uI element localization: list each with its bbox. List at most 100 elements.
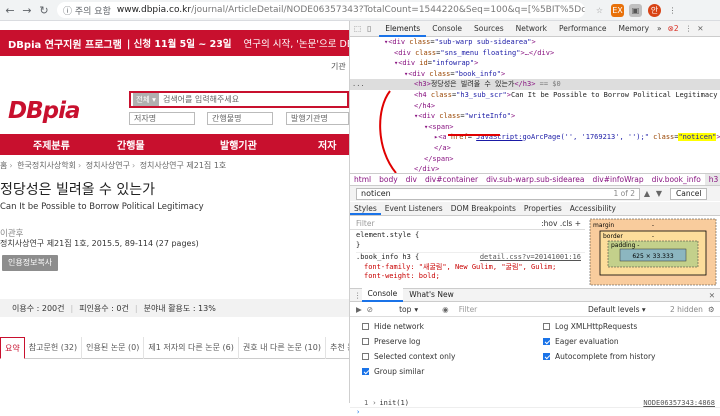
extension-icon[interactable]: EX [611, 3, 624, 17]
crumb-home[interactable]: 홈 [0, 161, 7, 170]
crumb-issue[interactable]: 정치사상연구 제21집 1호 [140, 161, 227, 170]
promo-banner[interactable]: DBpia 연구지원 프로그램 | 신청 11월 5일 ~ 23일 연구의 시작… [0, 30, 349, 56]
back-icon[interactable]: ← [3, 3, 17, 17]
checkbox[interactable] [543, 323, 550, 330]
console-filter-input[interactable]: Filter [459, 305, 478, 314]
dom-breadcrumb-item[interactable]: h3 [704, 174, 720, 185]
tab-accessibility[interactable]: Accessibility [566, 202, 620, 215]
publisher-search[interactable]: 발행기관명 [286, 112, 349, 125]
tab-properties[interactable]: Properties [520, 202, 566, 215]
sidebar-toggle-icon[interactable]: ▶ [356, 305, 362, 314]
console-option[interactable]: Preserve log [362, 337, 420, 346]
search-box[interactable]: 전체 ▾ 검색어를 입력해주세요 [129, 91, 349, 108]
author-search[interactable]: 저자명 [129, 112, 195, 125]
checkbox[interactable] [362, 353, 369, 360]
extension-icon-2[interactable]: ▣ [629, 3, 642, 17]
address-bar[interactable]: ⓘ 주의 요함 www.dbpia.co.kr/journal/ArticleD… [57, 2, 585, 18]
drawer-tab-whats-new[interactable]: What's New [403, 289, 459, 301]
banner-tail: 연구의 시작, '논문'으로 DBpia [243, 39, 349, 50]
crumb-journal[interactable]: 정치사상연구 [86, 161, 130, 170]
inspect-icon[interactable]: ⬚ [354, 24, 361, 33]
top-link[interactable]: 기관 [331, 61, 346, 72]
console-option[interactable]: Log XMLHttpRequests [543, 322, 637, 331]
drawer-close-icon[interactable]: ✕ [709, 291, 715, 300]
checkbox[interactable] [362, 368, 369, 375]
tab-dom-breakpoints[interactable]: DOM Breakpoints [447, 202, 520, 215]
banner-date: | 신청 11월 5일 ~ 23일 [126, 39, 232, 50]
console-output: 1 › init(1) NODE06357343:4868 › [350, 398, 720, 416]
device-icon[interactable]: ▯ [367, 24, 371, 33]
tab-performance[interactable]: Performance [553, 21, 613, 37]
console-option[interactable]: Hide network [362, 322, 424, 331]
console-option[interactable]: Autocomplete from history [543, 352, 655, 361]
tab-issue-papers[interactable]: 권호 내 다른 논문 (10) [239, 337, 326, 359]
tab-memory[interactable]: Memory [613, 21, 656, 37]
tab-cited-by[interactable]: 인용된 논문 (0) [82, 337, 145, 359]
checkbox[interactable] [543, 338, 550, 345]
find-prev-icon[interactable]: ▲ [642, 189, 652, 198]
crumb-society[interactable]: 한국정치사상학회 [17, 161, 76, 170]
rule-font-weight[interactable]: font-weight: bold; [356, 272, 585, 282]
console-prompt-icon[interactable]: › [356, 408, 720, 416]
search-input[interactable]: 검색어를 입력해주세요 [163, 94, 239, 105]
tab-references[interactable]: 참고문헌 (32) [25, 337, 83, 359]
dom-breadcrumb-item[interactable]: body [375, 174, 402, 185]
eye-icon[interactable]: ◉ [442, 305, 449, 314]
clear-console-icon[interactable]: ⊘ [367, 305, 373, 314]
dom-breadcrumb-item[interactable]: div#infoWrap [588, 174, 647, 185]
nav-publishers[interactable]: 발행기관 [220, 137, 257, 152]
more-tabs-icon[interactable]: » [657, 24, 662, 33]
menu-icon[interactable]: ⋮ [685, 24, 693, 33]
search-scope-select[interactable]: 전체 ▾ [133, 93, 159, 106]
find-cancel-button[interactable]: Cancel [670, 187, 708, 200]
console-option[interactable]: Eager evaluation [543, 337, 619, 346]
drawer-menu-icon[interactable]: ⋮ [354, 291, 362, 300]
forward-icon[interactable]: → [20, 3, 34, 17]
drawer-tab-console[interactable]: Console [361, 288, 404, 302]
journal-search[interactable]: 간행물명 [207, 112, 273, 125]
dom-breadcrumb-item[interactable]: div#container [421, 174, 482, 185]
menu-icon[interactable]: ⋮ [666, 4, 679, 17]
nav-journals[interactable]: 간행물 [117, 137, 145, 152]
dom-breadcrumb-item[interactable]: div [402, 174, 421, 185]
tab-author-papers[interactable]: 제1 저자의 다른 논문 (6) [144, 337, 239, 359]
console-settings-icon[interactable]: ⚙ [708, 305, 715, 314]
dom-breadcrumb-item[interactable]: html [350, 174, 375, 185]
styles-toolbar[interactable]: :hov .cls + [541, 219, 581, 228]
dom-breadcrumb-item[interactable]: div.sub-warp.sub-sidearea [482, 174, 588, 185]
tab-sources[interactable]: Sources [468, 21, 510, 37]
tab-abstract[interactable]: 요약 [0, 337, 25, 359]
log-levels-select[interactable]: Default levels ▾ [588, 305, 646, 314]
find-next-icon[interactable]: ▼ [654, 189, 664, 198]
tab-styles[interactable]: Styles [350, 202, 381, 215]
tab-network[interactable]: Network [510, 21, 553, 37]
checkbox[interactable] [362, 323, 369, 330]
styles-filter[interactable]: Filter :hov .cls + [350, 217, 585, 230]
console-option[interactable]: Group similar [362, 367, 424, 376]
avatar[interactable]: 안 [648, 3, 661, 17]
nav-subject[interactable]: 주제분류 [33, 137, 70, 152]
rule-source-link[interactable]: detail.css?v=20141001:16 [480, 253, 581, 263]
tab-recommended[interactable]: 추천 논문 [326, 337, 349, 359]
option-label: Hide network [374, 322, 424, 331]
dbpia-logo[interactable]: DBpia [8, 98, 80, 124]
nav-authors[interactable]: 저자 [318, 137, 336, 152]
copy-citation-button[interactable]: 인용정보복사 [2, 255, 59, 271]
checkbox[interactable] [362, 338, 369, 345]
find-input[interactable]: noticen 1 of 2 [356, 187, 640, 200]
context-select[interactable]: top [399, 305, 411, 314]
tab-console[interactable]: Console [426, 21, 468, 37]
checkbox[interactable] [543, 353, 550, 360]
close-icon[interactable]: ✕ [697, 24, 703, 33]
context-dropdown-icon[interactable]: ▾ [414, 305, 418, 314]
console-option[interactable]: Selected context only [362, 352, 455, 361]
star-icon[interactable]: ☆ [593, 4, 606, 17]
tab-elements[interactable]: Elements [379, 21, 427, 37]
styles-filter-input[interactable]: Filter [356, 219, 375, 228]
rule-font-family[interactable]: font-family: "새굴림", New Gulim, "굴림", Gul… [356, 263, 585, 273]
reload-icon[interactable]: ↻ [37, 3, 51, 17]
main-nav: 주제분류 간행물 발행기관 저자 [0, 134, 349, 155]
dom-breadcrumb-item[interactable]: div.book_info [648, 174, 705, 185]
tab-event-listeners[interactable]: Event Listeners [381, 202, 447, 215]
field-usage: 분야내 활용도 : 13% [143, 303, 216, 313]
